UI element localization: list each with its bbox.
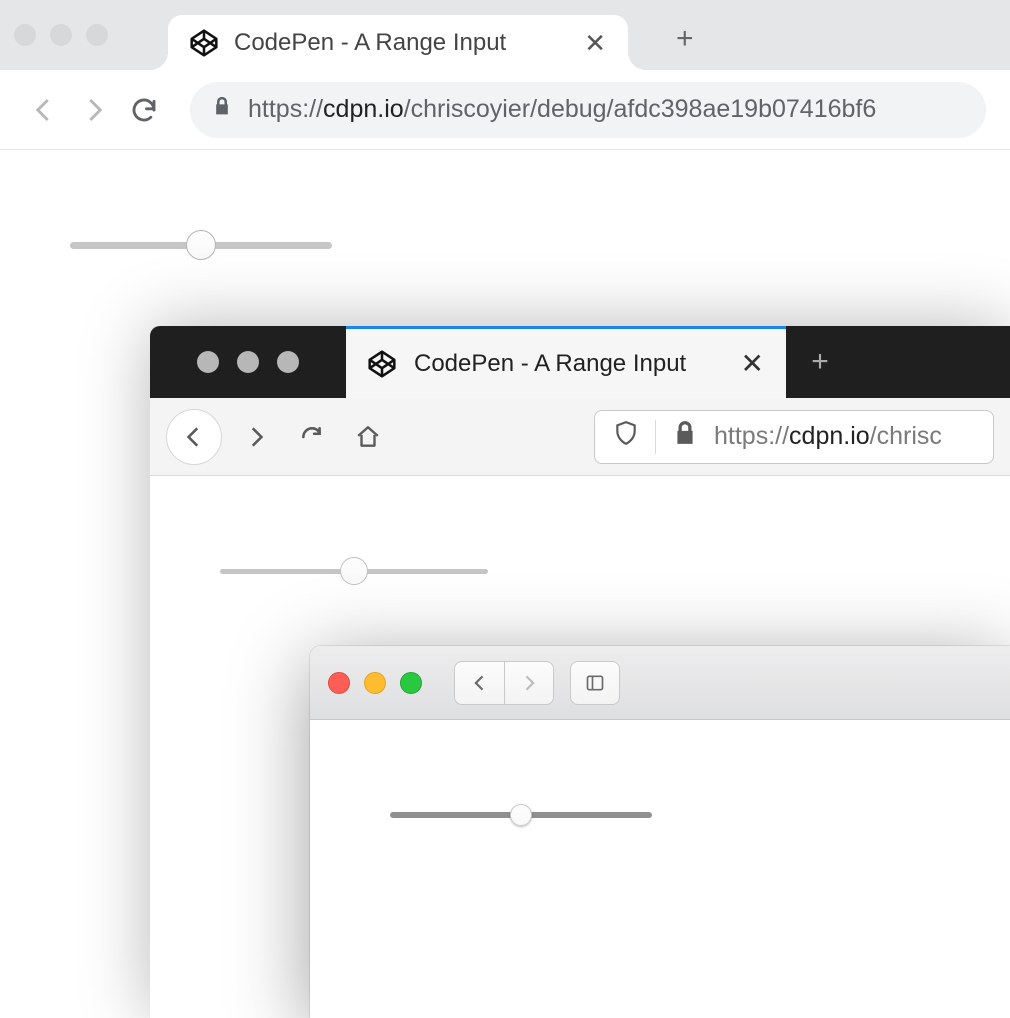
forward-button[interactable]	[504, 661, 554, 705]
close-icon[interactable]: ✕	[741, 347, 764, 380]
window-close-dot[interactable]	[197, 351, 219, 373]
window-minimize-dot[interactable]	[50, 24, 72, 46]
lock-icon	[672, 420, 698, 453]
slider-thumb[interactable]	[186, 230, 216, 260]
range-slider[interactable]	[220, 556, 488, 586]
firefox-url: https://cdpn.io/chrisc	[714, 422, 942, 451]
codepen-icon	[190, 29, 218, 57]
reload-button[interactable]	[290, 415, 334, 459]
home-button[interactable]	[346, 415, 390, 459]
window-minimize-dot[interactable]	[364, 672, 386, 694]
firefox-tabstrip: CodePen - A Range Input ✕ +	[150, 326, 1010, 398]
forward-button[interactable]	[234, 415, 278, 459]
divider	[655, 420, 656, 454]
slider-thumb[interactable]	[510, 804, 532, 826]
chrome-tab-title: CodePen - A Range Input	[234, 29, 568, 57]
firefox-toolbar: https://cdpn.io/chrisc	[150, 398, 1010, 476]
safari-page-content	[310, 720, 1010, 910]
new-tab-button[interactable]: +	[786, 326, 854, 398]
shield-icon[interactable]	[613, 420, 639, 453]
range-slider[interactable]	[70, 230, 332, 260]
firefox-traffic-lights	[150, 326, 346, 398]
slider-thumb[interactable]	[340, 557, 368, 585]
firefox-tab-title: CodePen - A Range Input	[414, 350, 686, 378]
chrome-address-bar[interactable]: https://cdpn.io/chriscoyier/debug/afdc39…	[190, 82, 986, 138]
safari-toolbar	[310, 646, 1010, 720]
safari-window	[310, 646, 1010, 1018]
window-close-dot[interactable]	[328, 672, 350, 694]
chrome-tab[interactable]: CodePen - A Range Input ✕	[168, 15, 628, 70]
plus-icon: +	[811, 345, 829, 379]
chrome-toolbar: https://cdpn.io/chriscoyier/debug/afdc39…	[0, 70, 1010, 150]
safari-nav-buttons	[454, 661, 554, 705]
forward-button[interactable]	[74, 90, 114, 130]
reload-button[interactable]	[124, 90, 164, 130]
window-minimize-dot[interactable]	[237, 351, 259, 373]
firefox-address-bar[interactable]: https://cdpn.io/chrisc	[594, 410, 994, 464]
window-zoom-dot[interactable]	[86, 24, 108, 46]
back-button[interactable]	[166, 409, 222, 465]
window-zoom-dot[interactable]	[400, 672, 422, 694]
codepen-icon	[368, 350, 396, 378]
close-icon[interactable]: ✕	[584, 30, 606, 56]
new-tab-button[interactable]: +	[676, 22, 694, 56]
firefox-page-content	[150, 476, 1010, 666]
back-button[interactable]	[24, 90, 64, 130]
firefox-tab[interactable]: CodePen - A Range Input ✕	[346, 326, 786, 398]
chrome-url: https://cdpn.io/chriscoyier/debug/afdc39…	[248, 95, 876, 124]
window-zoom-dot[interactable]	[277, 351, 299, 373]
back-button[interactable]	[454, 661, 504, 705]
chrome-traffic-lights	[14, 24, 108, 46]
lock-icon	[212, 95, 232, 124]
safari-traffic-lights	[328, 672, 422, 694]
chrome-tabstrip: CodePen - A Range Input ✕ +	[0, 0, 1010, 70]
range-slider[interactable]	[390, 800, 652, 830]
sidebar-toggle-button[interactable]	[570, 661, 620, 705]
window-close-dot[interactable]	[14, 24, 36, 46]
